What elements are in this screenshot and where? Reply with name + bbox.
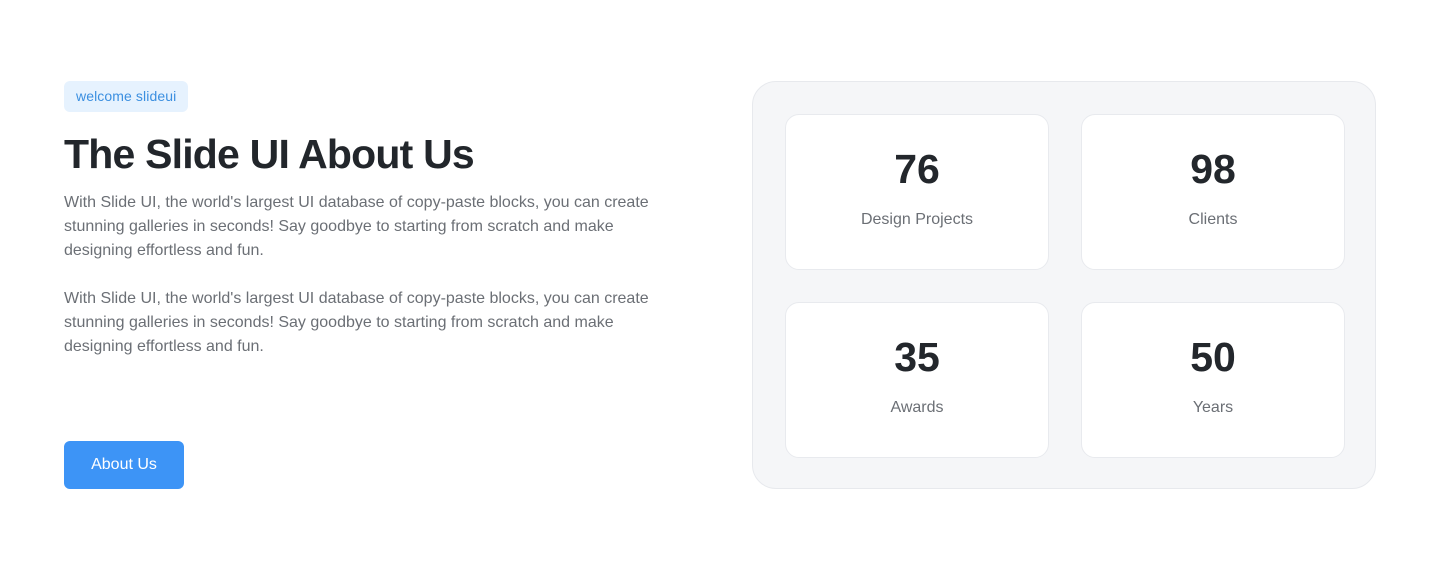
stat-value: 50 <box>1190 334 1236 380</box>
stat-card-years: 50 Years <box>1081 302 1345 458</box>
intro-paragraph-2: With Slide UI, the world's largest UI da… <box>64 290 649 355</box>
stat-label: Clients <box>1188 211 1238 228</box>
stat-value: 35 <box>894 334 940 380</box>
stat-value: 98 <box>1190 146 1236 192</box>
intro-paragraph-1: With Slide UI, the world's largest UI da… <box>64 194 649 259</box>
welcome-badge: welcome slideui <box>64 81 189 112</box>
about-section: welcome slideui The Slide UI About Us Wi… <box>0 0 1440 569</box>
stat-label: Design Projects <box>860 211 974 228</box>
stat-card-awards: 35 Awards <box>785 302 1049 458</box>
stat-label: Awards <box>890 399 944 416</box>
stat-label: Years <box>1192 399 1234 416</box>
stat-value: 76 <box>894 146 940 192</box>
stat-card-design-projects: 76 Design Projects <box>785 114 1049 270</box>
stats-panel: 76 Design Projects 98 Clients 35 Awards … <box>752 81 1376 489</box>
page-title: The Slide UI About Us <box>64 131 475 177</box>
stat-card-clients: 98 Clients <box>1081 114 1345 270</box>
about-intro: welcome slideui The Slide UI About Us Wi… <box>64 81 684 359</box>
about-us-button[interactable]: About Us <box>64 441 184 489</box>
